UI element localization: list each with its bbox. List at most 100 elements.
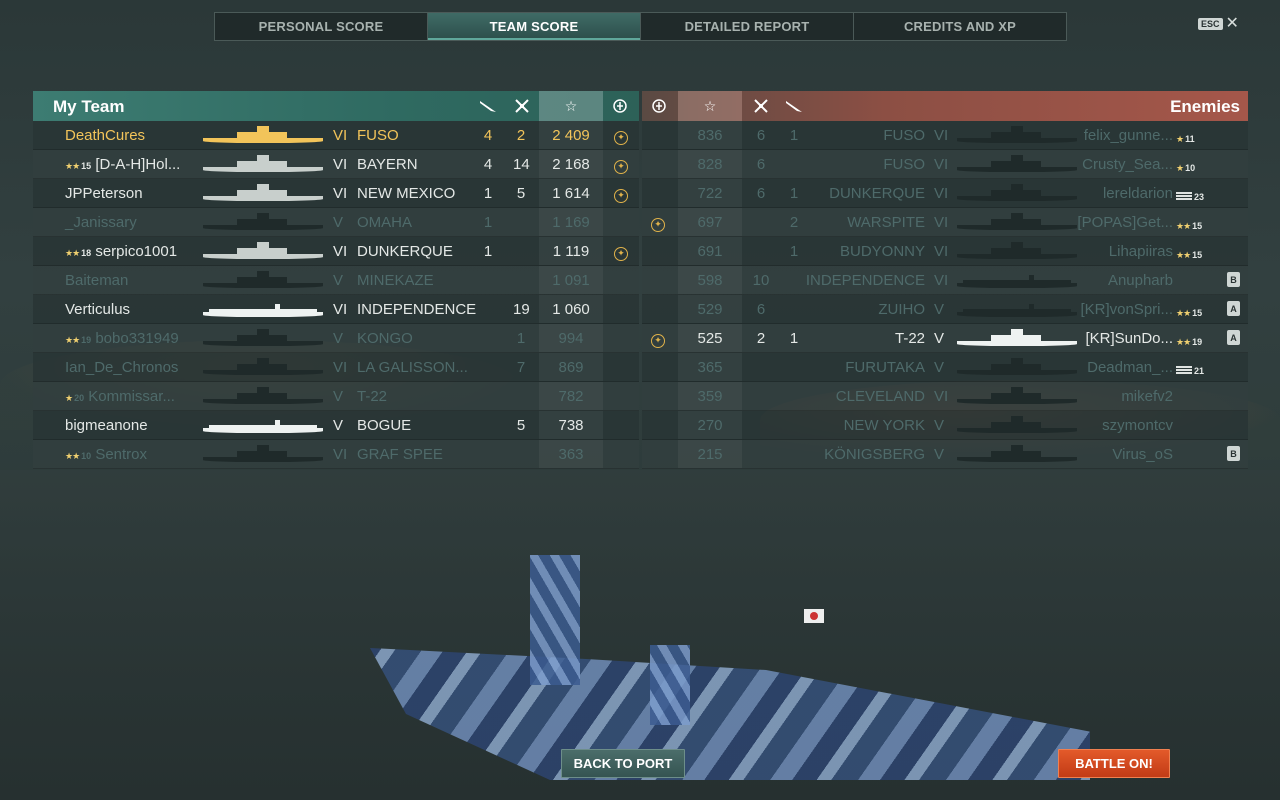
table-row[interactable]: 722 6 1 DUNKERQUE VI lereldarion 23 — [642, 179, 1248, 208]
player-name[interactable]: bobo331949 — [95, 330, 178, 347]
player-name[interactable]: mikefv2 — [1121, 388, 1173, 405]
player-name[interactable]: DeathCures — [65, 127, 145, 144]
kills-count: 5 — [516, 185, 526, 202]
player-name[interactable]: Sentrox — [95, 446, 147, 463]
ship-silhouette — [957, 155, 1077, 172]
table-row[interactable]: 828 6 FUSO VI Crusty_Sea... ★ 10 — [642, 150, 1248, 179]
table-row[interactable]: ★ 20 Kommissar... V T-22 782 — [33, 382, 639, 411]
player-name-cell: ★★ 15 [D-A-H]Hol... — [65, 156, 180, 173]
kills-count: 6 — [756, 301, 766, 318]
table-row[interactable]: 691 1 BUDYONNY VI Lihapiiras ★★ 15 — [642, 237, 1248, 266]
table-row[interactable]: ★★ 18 serpico1001 VI DUNKERQUE 1 1 119 ✦ — [33, 237, 639, 266]
player-name[interactable]: felix_gunne... — [1084, 127, 1173, 144]
ship-tier: V — [934, 417, 945, 434]
capture-icon — [609, 91, 631, 121]
table-row[interactable]: 359 CLEVELAND VI mikefv2 — [642, 382, 1248, 411]
player-name-cell: Baiteman — [65, 272, 128, 289]
ship-name: KÖNIGSBERG — [824, 446, 925, 463]
battle-on-button[interactable]: BATTLE ON! — [1058, 749, 1170, 778]
table-row[interactable]: 836 6 1 FUSO VI felix_gunne... ★ 11 — [642, 121, 1248, 150]
base-xp-score: 359 — [697, 388, 723, 405]
rank-cell: ★ 11 — [1176, 129, 1195, 146]
base-xp-score: 529 — [697, 301, 723, 318]
star-icon: ☆ — [678, 91, 742, 121]
player-name[interactable]: Verticulus — [65, 301, 130, 318]
table-row[interactable]: DeathCures VI FUSO 4 2 2 409 ✦ — [33, 121, 639, 150]
capture-cell: ✦ — [649, 330, 667, 348]
table-row[interactable]: ✦ 697 2 WARSPITE VI [POPAS]Get... ★★ 15 — [642, 208, 1248, 237]
rank-flag-icon — [1176, 366, 1192, 375]
table-row[interactable]: Ian_De_Chronos VI LA GALISSON... 7 869 — [33, 353, 639, 382]
table-row[interactable]: 529 6 ZUIHO V [KR]vonSpri... ★★ 15 A — [642, 295, 1248, 324]
player-name[interactable]: bigmeanone — [65, 417, 148, 434]
player-name[interactable]: JPPeterson — [65, 185, 143, 202]
kills-count: 10 — [752, 272, 770, 289]
rank-number: 19 — [81, 335, 92, 345]
back-to-port-button[interactable]: BACK TO PORT — [561, 749, 685, 778]
player-name[interactable]: Ian_De_Chronos — [65, 359, 178, 376]
table-row[interactable]: ★★ 10 Sentrox VI GRAF SPEE 363 — [33, 440, 639, 469]
ship-tier: VI — [934, 243, 949, 260]
table-row[interactable]: ★★ 15 [D-A-H]Hol... VI BAYERN 4 14 2 168 ✦ — [33, 150, 639, 179]
player-name-cell: ★★ 19 bobo331949 — [65, 330, 179, 347]
player-name[interactable]: [KR]vonSpri... — [1080, 301, 1173, 318]
player-name-cell: DeathCures — [65, 127, 145, 144]
ship-tier: V — [333, 388, 344, 405]
ship-tier: VI — [934, 214, 949, 231]
rank-stars-icon: ★ — [1176, 163, 1184, 173]
table-row[interactable]: ✦ 525 2 1 T-22 V [KR]SunDo... ★★ 19 A — [642, 324, 1248, 353]
player-name[interactable]: Lihapiiras — [1109, 243, 1173, 260]
ship-silhouette — [957, 387, 1077, 404]
close-button[interactable]: ESC ✕ — [1198, 16, 1239, 32]
tab-detailed-report[interactable]: DETAILED REPORT — [641, 13, 854, 40]
player-name-cell: ★★ 18 serpico1001 — [65, 243, 177, 260]
ship-silhouette — [203, 155, 323, 172]
table-row[interactable]: _Janissary V OMAHA 1 1 169 — [33, 208, 639, 237]
torpedo-hits: 4 — [483, 156, 493, 173]
ship-silhouette — [203, 419, 323, 433]
table-row[interactable]: JPPeterson VI NEW MEXICO 1 5 1 614 ✦ — [33, 179, 639, 208]
ship-silhouette — [203, 445, 323, 462]
rank-number: 15 — [1192, 250, 1203, 260]
table-row[interactable]: bigmeanone V BOGUE 5 738 — [33, 411, 639, 440]
player-name[interactable]: [D-A-H]Hol... — [95, 156, 180, 173]
player-name-cell: JPPeterson — [65, 185, 143, 202]
torpedo-hits: 1 — [789, 127, 799, 144]
capture-cell: ✦ — [612, 243, 630, 261]
player-name[interactable]: lereldarion — [1103, 185, 1173, 202]
player-name[interactable]: szymontcv — [1102, 417, 1173, 434]
table-row[interactable]: 270 NEW YORK Vszymontcv — [642, 411, 1248, 440]
ship-name: FUSO — [883, 127, 925, 144]
table-row[interactable]: ★★ 19 bobo331949 V KONGO 1 994 — [33, 324, 639, 353]
table-row[interactable]: 215 KÖNIGSBERG V Virus_oS B — [642, 440, 1248, 469]
player-name[interactable]: [KR]SunDo... — [1085, 330, 1173, 347]
rank-number: 11 — [1185, 134, 1195, 144]
tab-credits-and-xp[interactable]: CREDITS AND XP — [854, 13, 1066, 40]
capture-icon: ✦ — [614, 247, 628, 261]
player-name[interactable]: Anupharb — [1108, 272, 1173, 289]
table-row[interactable]: Verticulus VI INDEPENDENCE 19 1 060 — [33, 295, 639, 324]
player-name[interactable]: [POPAS]Get... — [1077, 214, 1173, 231]
torpedo-hits: 1 — [483, 214, 493, 231]
player-name[interactable]: Crusty_Sea... — [1082, 156, 1173, 173]
tab-personal-score[interactable]: PERSONAL SCORE — [215, 13, 428, 40]
player-name[interactable]: _Janissary — [65, 214, 137, 231]
division-badge: B — [1227, 446, 1240, 461]
player-name[interactable]: Baiteman — [65, 272, 128, 289]
player-name[interactable]: Deadman_... — [1087, 359, 1173, 376]
tab-team-score[interactable]: TEAM SCORE — [428, 13, 641, 40]
capture-icon — [648, 91, 670, 121]
table-row[interactable]: Baiteman V MINEKAZE 1 091 — [33, 266, 639, 295]
player-name[interactable]: serpico1001 — [95, 243, 177, 260]
base-xp-score: 363 — [558, 446, 584, 463]
table-row[interactable]: 598 10 INDEPENDENCE VI Anupharb B — [642, 266, 1248, 295]
ship-name: BOGUE — [357, 417, 412, 434]
rank-stars-icon: ★★ — [65, 248, 80, 258]
table-row[interactable]: 365 FURUTAKA V Deadman_... 21 — [642, 353, 1248, 382]
my-team-header: My Team ☆ — [33, 91, 639, 121]
player-name[interactable]: Virus_oS — [1112, 446, 1173, 463]
player-name[interactable]: Kommissar... — [88, 388, 175, 405]
result-tabs: PERSONAL SCORE TEAM SCORE DETAILED REPOR… — [214, 12, 1067, 41]
base-xp-score: 1 119 — [552, 243, 590, 260]
player-name-cell: Ian_De_Chronos — [65, 359, 178, 376]
